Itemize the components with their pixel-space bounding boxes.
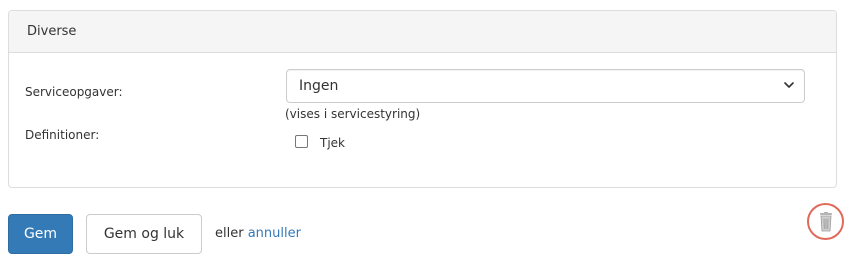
definitions-check-checkbox[interactable] bbox=[295, 135, 308, 148]
service-tasks-select[interactable]: Ingen bbox=[286, 69, 805, 103]
service-tasks-help-text: (vises i servicestyring) bbox=[285, 107, 421, 121]
cancel-link[interactable]: annuller bbox=[248, 226, 301, 241]
trash-icon bbox=[820, 212, 832, 232]
definitions-label: Definitioner: bbox=[25, 128, 100, 142]
save-button[interactable]: Gem bbox=[8, 214, 73, 254]
panel-title: Diverse bbox=[9, 11, 836, 53]
or-text: eller bbox=[215, 226, 244, 241]
service-tasks-label: Serviceopgaver: bbox=[25, 85, 123, 99]
service-tasks-select-value: Ingen bbox=[299, 78, 339, 94]
save-and-close-button[interactable]: Gem og luk bbox=[86, 214, 202, 254]
definitions-check-label[interactable]: Tjek bbox=[320, 136, 345, 150]
chevron-down-icon bbox=[784, 82, 794, 88]
or-cancel-text: eller annuller bbox=[215, 226, 301, 241]
delete-button[interactable] bbox=[807, 203, 844, 240]
